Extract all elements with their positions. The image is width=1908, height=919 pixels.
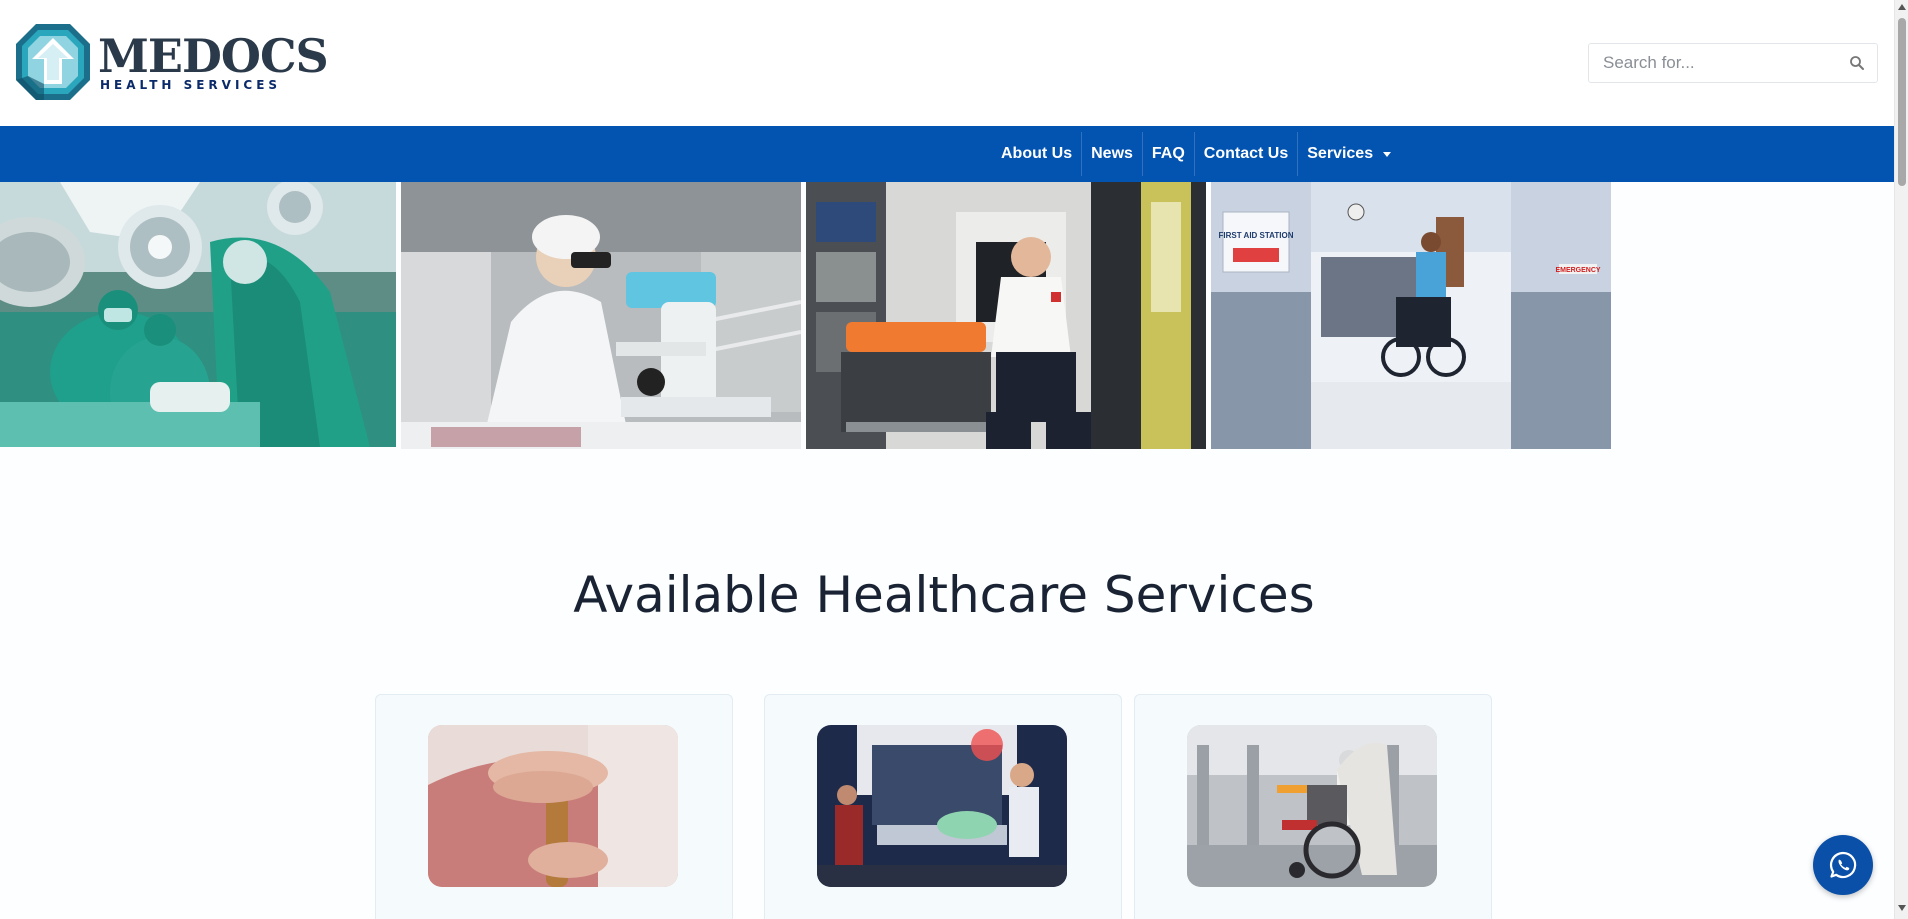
page: MEDOCS HEALTH SERVICES About Us News FAQ… bbox=[0, 0, 1908, 919]
nav-label: News bbox=[1091, 145, 1133, 162]
paramedic-ambulance-photo bbox=[806, 182, 1206, 449]
nav-item-news[interactable]: News bbox=[1082, 132, 1143, 176]
elderly-hands-cane-photo bbox=[428, 725, 678, 887]
lab-microscope-photo bbox=[401, 182, 801, 449]
service-card[interactable] bbox=[1134, 694, 1492, 919]
ambulance-patient-photo bbox=[817, 725, 1067, 887]
nav-items: About Us News FAQ Contact Us Services bbox=[992, 126, 1400, 182]
first-aid-station-photo: FIRST AID STATION EMERGENCY bbox=[1211, 182, 1611, 449]
logo[interactable]: MEDOCS HEALTH SERVICES bbox=[14, 22, 329, 102]
hero-image-first-aid: FIRST AID STATION EMERGENCY bbox=[1211, 182, 1611, 449]
hero-image-lab bbox=[401, 182, 801, 449]
service-card[interactable] bbox=[375, 694, 733, 919]
logo-subtitle: HEALTH SERVICES bbox=[100, 78, 282, 92]
site-header: MEDOCS HEALTH SERVICES bbox=[0, 0, 1896, 126]
scroll-up-icon[interactable] bbox=[1898, 4, 1906, 10]
logo-emblem-icon bbox=[16, 24, 90, 100]
card-image bbox=[428, 725, 678, 887]
nav-label: Contact Us bbox=[1203, 145, 1289, 162]
airport-wheelchair-photo bbox=[1187, 725, 1437, 887]
card-image bbox=[1187, 725, 1437, 887]
card-image bbox=[817, 725, 1067, 887]
emergency-sign: EMERGENCY bbox=[1555, 267, 1600, 274]
whatsapp-button[interactable] bbox=[1813, 835, 1873, 895]
main-nav: About Us News FAQ Contact Us Services bbox=[0, 126, 1894, 182]
nav-label: About Us bbox=[1001, 145, 1073, 162]
nav-item-about-us[interactable]: About Us bbox=[992, 132, 1083, 176]
hero-image-surgery bbox=[0, 182, 396, 447]
scrollbar-thumb[interactable] bbox=[1898, 18, 1906, 186]
whatsapp-icon bbox=[1829, 851, 1857, 879]
page-scrollbar[interactable] bbox=[1894, 0, 1908, 919]
nav-item-contact-us[interactable]: Contact Us bbox=[1195, 132, 1299, 176]
logo-text: MEDOCS HEALTH SERVICES bbox=[98, 29, 329, 92]
section-title: Available Healthcare Services bbox=[573, 566, 1315, 624]
nav-label: FAQ bbox=[1151, 145, 1185, 162]
search-input[interactable] bbox=[1589, 44, 1839, 82]
hero-image-paramedic bbox=[806, 182, 1206, 449]
caret-down-icon bbox=[1383, 151, 1392, 157]
service-card[interactable] bbox=[764, 694, 1122, 919]
nav-item-services[interactable]: Services bbox=[1298, 132, 1400, 176]
scroll-down-icon[interactable] bbox=[1898, 905, 1906, 911]
logo-name: MEDOCS bbox=[98, 29, 329, 83]
search-box bbox=[1588, 43, 1878, 83]
nav-item-faq[interactable]: FAQ bbox=[1143, 132, 1195, 176]
search-icon[interactable] bbox=[1849, 55, 1865, 71]
surgery-team-photo bbox=[0, 182, 396, 447]
first-aid-sign: FIRST AID STATION bbox=[1219, 231, 1294, 240]
nav-label: Services bbox=[1307, 145, 1374, 162]
